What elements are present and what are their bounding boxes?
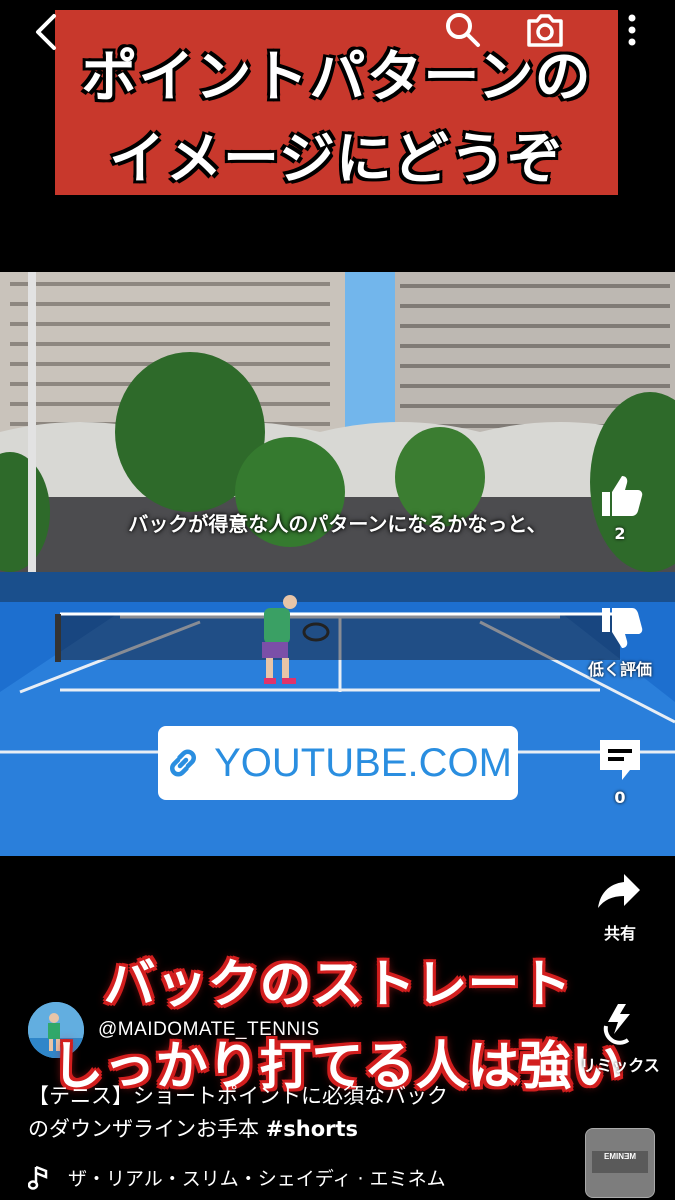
more-button[interactable] bbox=[612, 10, 652, 50]
chevron-left-icon bbox=[36, 14, 56, 50]
share-button[interactable]: 共有 bbox=[575, 868, 665, 944]
dislike-label: 低く評価 bbox=[587, 660, 652, 679]
music-row[interactable]: ザ・リアル・スリム・シェイディ · エミネム bbox=[28, 1164, 446, 1191]
music-track: ザ・リアル・スリム・シェイディ · エミネム bbox=[68, 1168, 446, 1190]
link-icon bbox=[170, 749, 197, 777]
remix-label: リミックス bbox=[580, 1056, 660, 1075]
title-line-2: イメージにどうぞ bbox=[109, 127, 564, 192]
description-line-1: 【テニス】ショートポイントに必須なバック bbox=[28, 1084, 448, 1108]
description-line-2-text: のダウンザラインお手本 bbox=[28, 1117, 266, 1141]
share-icon bbox=[598, 874, 640, 908]
youtube-link-chip[interactable]: YOUTUBE.COM bbox=[158, 726, 518, 800]
camera-icon bbox=[527, 14, 563, 47]
dislike-button[interactable]: 低く評価 bbox=[575, 604, 665, 680]
search-icon bbox=[446, 13, 480, 47]
remix-button[interactable]: リミックス bbox=[575, 1000, 665, 1076]
comment-count: 0 bbox=[614, 788, 626, 807]
description-line-2: のダウンザラインお手本 #shorts bbox=[28, 1113, 568, 1146]
like-count: 2 bbox=[614, 524, 626, 543]
share-label: 共有 bbox=[603, 924, 636, 943]
remix-icon bbox=[603, 1004, 630, 1045]
camera-button[interactable] bbox=[525, 10, 565, 50]
music-note-icon bbox=[28, 1165, 48, 1190]
more-vertical-icon bbox=[628, 14, 636, 46]
video-description[interactable]: 【テニス】ショートポイントに必須なバック のダウンザラインお手本 #shorts bbox=[28, 1080, 568, 1146]
comment-icon bbox=[600, 740, 640, 780]
video-caption: バックが得意な人のパターンになるかなっと、 bbox=[128, 512, 547, 536]
thumbs-down-icon bbox=[602, 608, 643, 648]
link-chip-label: YOUTUBE.COM bbox=[214, 740, 512, 785]
album-thumbnail[interactable]: EMINƎM bbox=[585, 1128, 655, 1198]
search-button[interactable] bbox=[443, 10, 483, 50]
thumbs-up-icon bbox=[602, 476, 643, 516]
comment-button[interactable]: 0 bbox=[575, 736, 665, 807]
album-text: EMINƎM bbox=[604, 1152, 636, 1161]
back-button[interactable] bbox=[26, 12, 66, 52]
like-button[interactable]: 2 bbox=[575, 472, 665, 543]
hashtag-link[interactable]: #shorts bbox=[266, 1117, 358, 1141]
album-art: EMINƎM bbox=[586, 1129, 654, 1197]
